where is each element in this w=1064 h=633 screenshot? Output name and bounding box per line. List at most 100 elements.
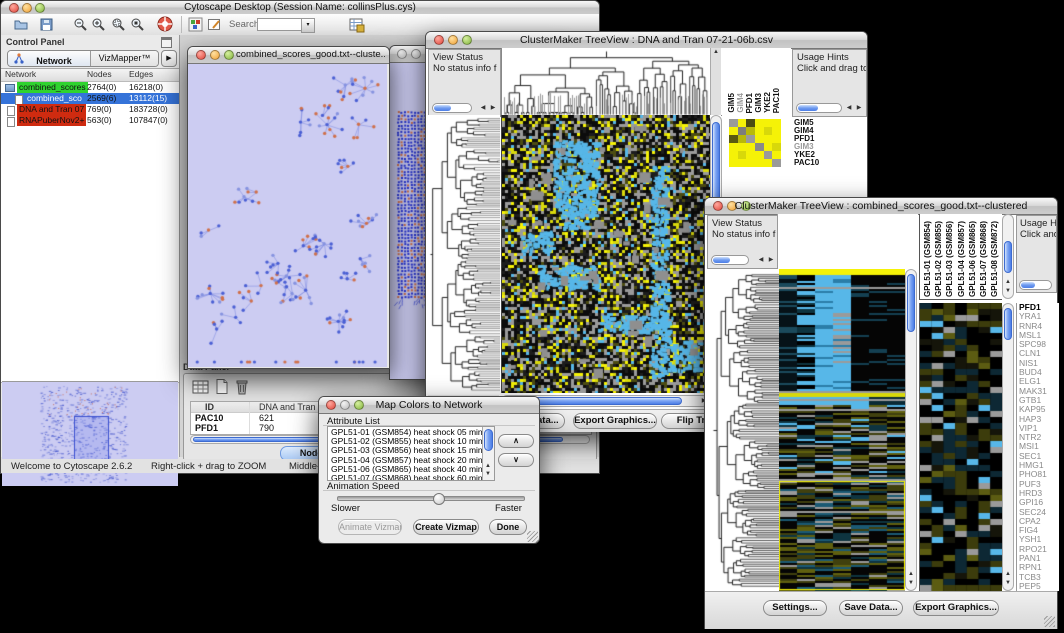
column-label[interactable]: GPL51-01 (GSM854) [923, 221, 932, 297]
heatmap-cell[interactable] [772, 119, 781, 127]
heatmap-canvas[interactable] [779, 269, 905, 591]
resize-grip[interactable] [527, 531, 538, 542]
heatmap-cell[interactable] [729, 143, 738, 151]
zoom-selected-icon[interactable] [111, 17, 126, 32]
id-column-header[interactable]: ID [205, 402, 214, 412]
scroll-down-icon[interactable]: ▼ [906, 580, 916, 587]
search-input[interactable] [257, 18, 303, 31]
tabs-more-button[interactable]: ▶ [161, 50, 177, 67]
open-folder-icon[interactable] [13, 17, 29, 32]
column-label[interactable]: GPL51-06 (GSM865) [968, 221, 977, 297]
gene-vscrollbar[interactable]: ▲ ▼ [1002, 303, 1014, 591]
column-label[interactable]: GIM4 [736, 93, 745, 113]
tab-vizmapper[interactable]: VizMapper™ [91, 51, 158, 66]
column-label[interactable]: YKE2 [763, 92, 772, 113]
heatmap-cell[interactable] [755, 119, 764, 127]
heatmap-cell[interactable] [738, 135, 747, 143]
titlebar[interactable]: combined_scores_good.txt--cluste... [188, 47, 389, 64]
heatmap-cell[interactable] [755, 143, 764, 151]
heatmap-cell[interactable] [755, 127, 764, 135]
heatmap-cell[interactable] [738, 127, 747, 135]
column-label[interactable]: GPL51-04 (GSM857) [957, 221, 966, 297]
scroll-right-icon[interactable]: ▶ [854, 105, 864, 112]
column-dendrogram-canvas[interactable] [501, 48, 710, 116]
titlebar[interactable]: Map Colors to Network [319, 397, 539, 414]
scroll-left-icon[interactable]: ◀ [478, 105, 488, 112]
labels-vscrollbar[interactable]: ▲ ▼ [1002, 214, 1014, 299]
heatmap-cell[interactable] [746, 159, 755, 167]
main-titlebar[interactable]: Cytoscape Desktop (Session Name: collins… [1, 1, 599, 15]
heatmap-cell[interactable] [764, 143, 773, 151]
heatmap-cell[interactable] [729, 135, 738, 143]
column-label[interactable]: GPL51-08 (GSM872) [990, 221, 999, 297]
slider-thumb[interactable] [433, 493, 445, 505]
zoom-fit-icon[interactable] [130, 17, 145, 32]
import-table-icon[interactable] [348, 16, 365, 33]
scroll-thumb[interactable] [484, 429, 493, 451]
heatmap-cell[interactable] [772, 159, 781, 167]
col-header-edges[interactable]: Edges [129, 69, 153, 79]
column-label[interactable]: GPL51-03 (GSM856) [945, 221, 954, 297]
usage-hints-scrollbar[interactable] [1019, 280, 1052, 290]
heatmap-cell[interactable] [764, 151, 773, 159]
new-page-icon[interactable] [214, 378, 230, 396]
tab-network[interactable]: Network [8, 51, 91, 66]
scroll-up-icon[interactable]: ▲ [906, 571, 916, 578]
scroll-right-icon[interactable]: ▶ [488, 105, 498, 112]
heatmap-cell[interactable] [738, 159, 747, 167]
usage-hints-scrollbar[interactable] [796, 103, 842, 113]
titlebar[interactable]: ClusterMaker TreeView : combined_scores_… [705, 198, 1057, 215]
heatmap-canvas[interactable] [501, 115, 710, 393]
zoom-matrix[interactable] [729, 119, 781, 167]
scroll-thumb[interactable] [907, 274, 915, 332]
network-view-canvas[interactable] [188, 64, 387, 367]
attribute-table-icon[interactable] [192, 379, 210, 396]
scroll-down-icon[interactable]: ▼ [1003, 580, 1013, 587]
zoom-in-icon[interactable] [91, 17, 106, 32]
titlebar[interactable]: ClusterMaker TreeView : DNA and Tran 07-… [426, 32, 867, 49]
heatmap-cell[interactable] [738, 143, 747, 151]
zoom-heatmap-canvas[interactable] [919, 303, 1002, 591]
column-label[interactable]: PFD1 [745, 93, 754, 113]
column-label[interactable]: PAC10 [772, 88, 781, 113]
scroll-left-icon[interactable]: ◀ [756, 257, 766, 264]
row-dendrogram-canvas[interactable] [428, 115, 500, 393]
heatmap-cell[interactable] [764, 127, 773, 135]
animation-speed-slider[interactable] [337, 496, 525, 501]
col-header-network[interactable]: Network [5, 69, 36, 79]
column-label[interactable]: GPL51-07 (GSM868) [979, 221, 988, 297]
done-button[interactable]: Done [489, 519, 527, 535]
export-graphics-button[interactable]: Export Graphics... [573, 413, 657, 429]
scroll-up-icon[interactable]: ▲ [1003, 571, 1013, 578]
scroll-down-icon[interactable]: ▼ [1003, 288, 1013, 295]
heatmap-cell[interactable] [729, 119, 738, 127]
network-tree-row[interactable]: DNA and Tran 07769(0)183728(0) [1, 104, 179, 115]
scroll-up-icon[interactable]: ▲ [711, 49, 721, 56]
scroll-left-icon[interactable]: ◀ [844, 105, 854, 112]
heatmap-cell[interactable] [772, 135, 781, 143]
close-icon[interactable] [397, 49, 407, 59]
row-dendrogram-canvas[interactable] [707, 269, 779, 591]
move-down-button[interactable]: ∨ [498, 453, 534, 467]
heatmap-cell[interactable] [746, 127, 755, 135]
save-data-button[interactable]: Save Data... [839, 600, 903, 616]
heatmap-cell[interactable] [764, 159, 773, 167]
view-status-scrollbar[interactable] [711, 255, 749, 265]
heatmap-cell[interactable] [729, 151, 738, 159]
heatmap-cell[interactable] [755, 159, 764, 167]
zoom-window-icon[interactable] [224, 50, 234, 60]
attribute-list-item[interactable]: GPL51-07 (GSM868) heat shock 60 min [328, 474, 481, 481]
network-tree-row[interactable]: RNAPuberNov2+563(0)107847(0) [1, 115, 179, 126]
heatmap-cell[interactable] [746, 151, 755, 159]
scroll-down-icon[interactable]: ▼ [483, 471, 493, 478]
settings-button[interactable]: Settings... [763, 600, 827, 616]
move-up-button[interactable]: ∧ [498, 434, 534, 448]
heatmap-vscrollbar[interactable]: ▲ ▼ [905, 269, 917, 591]
vizmap-squares-icon[interactable] [188, 17, 203, 32]
heatmap-cell[interactable] [764, 135, 773, 143]
heatmap-cell[interactable] [738, 119, 747, 127]
list-vscrollbar[interactable]: ▲ ▼ [482, 427, 494, 480]
heatmap-cell[interactable] [764, 119, 773, 127]
heatmap-cell[interactable] [755, 151, 764, 159]
resize-grip[interactable] [1044, 616, 1055, 627]
